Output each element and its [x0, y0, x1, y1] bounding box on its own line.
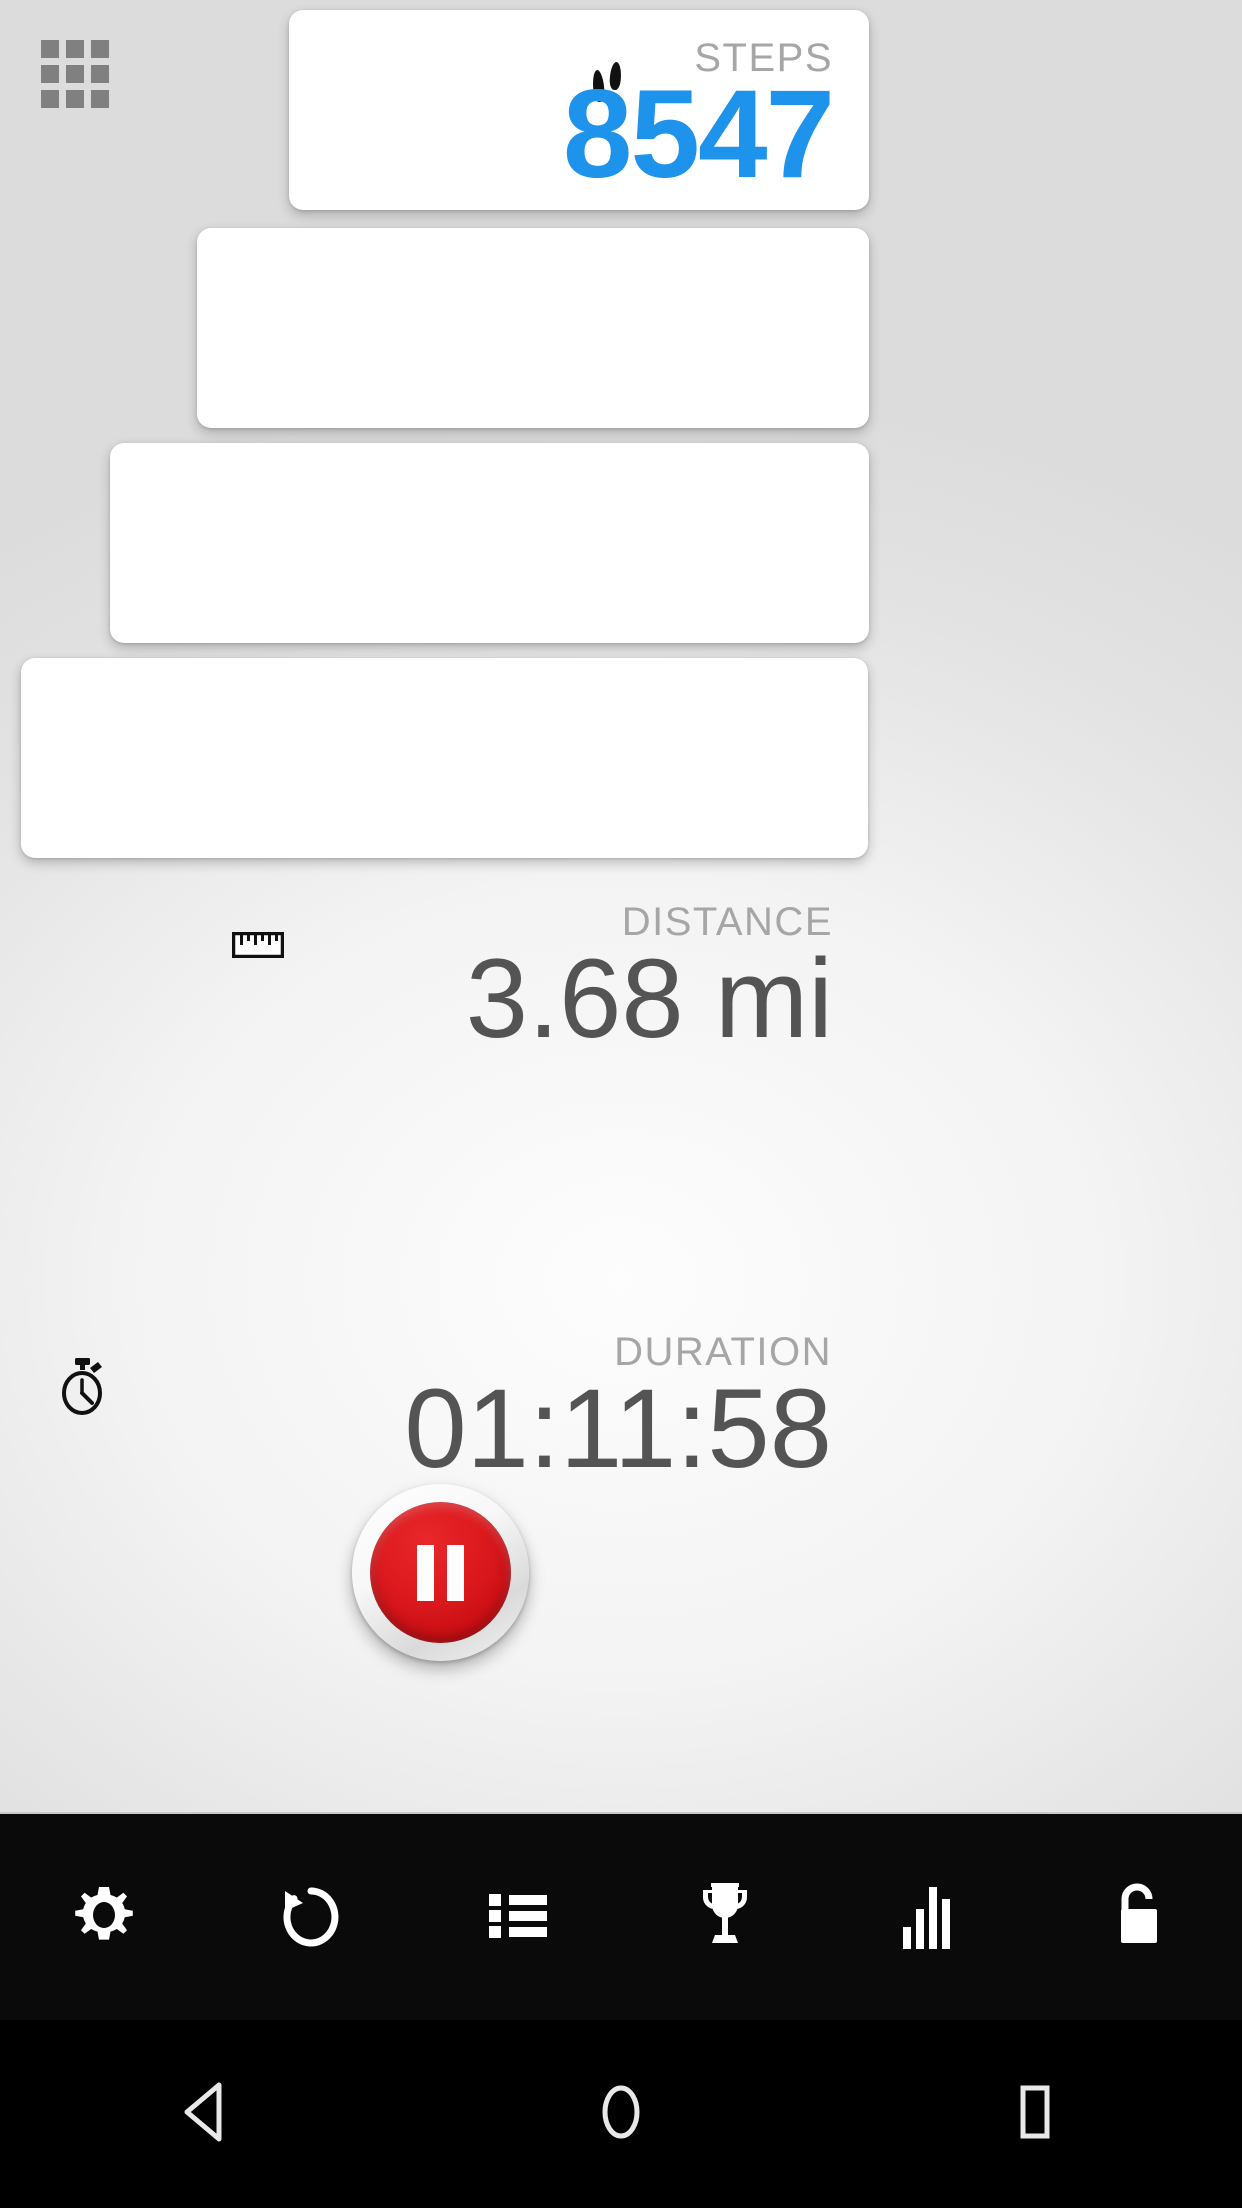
pause-bar-right — [447, 1544, 464, 1601]
grid-menu-icon[interactable] — [41, 40, 109, 108]
list-icon — [487, 1884, 549, 1951]
stat-value-distance: 3.68 mi — [465, 936, 833, 1061]
bottom-toolbar — [0, 1814, 1242, 2020]
nav-recents-button[interactable] — [828, 2081, 1242, 2148]
stat-card-distance[interactable]: DISTANCE 3.68 mi — [110, 443, 869, 1055]
grid-cell — [41, 40, 59, 58]
stopwatch-icon — [56, 1358, 108, 1421]
nav-back-button[interactable] — [0, 2081, 414, 2148]
stat-card-duration[interactable]: DURATION 01:11:58 — [21, 658, 868, 1485]
toolbar-item-reset[interactable] — [207, 1814, 414, 2020]
grid-cell — [66, 90, 84, 108]
grid-cell — [66, 65, 84, 83]
grid-cell — [66, 40, 84, 58]
stat-card-calories[interactable]: CALORIES 385 cal — [197, 228, 869, 626]
toolbar-item-statistics[interactable] — [828, 1814, 1035, 2020]
bar-chart-icon — [901, 1881, 963, 1954]
pause-button-face — [370, 1502, 511, 1643]
pause-bar-left — [417, 1544, 434, 1601]
grid-cell — [91, 40, 109, 58]
nav-home-button[interactable] — [414, 2081, 828, 2148]
toolbar-item-achievements[interactable] — [621, 1814, 828, 2020]
toolbar-item-settings[interactable] — [0, 1814, 207, 2020]
ruler-icon — [231, 931, 285, 963]
grid-cell — [91, 65, 109, 83]
toolbar-item-history[interactable] — [414, 1814, 621, 2020]
lock-icon — [1111, 1879, 1167, 1956]
back-triangle-icon — [177, 2081, 237, 2148]
gear-icon — [70, 1881, 138, 1954]
pause-button[interactable] — [352, 1484, 529, 1661]
trophy-icon — [693, 1879, 757, 1956]
stat-value-duration: 01:11:58 — [404, 1366, 832, 1491]
android-nav-bar — [0, 2020, 1242, 2208]
grid-cell — [41, 65, 59, 83]
home-circle-icon — [593, 2081, 649, 2148]
stat-card-steps[interactable]: STEPS 8547 — [289, 10, 869, 210]
recents-square-icon — [1007, 2081, 1063, 2148]
grid-cell — [91, 90, 109, 108]
stat-value-steps: 8547 — [562, 65, 835, 204]
reset-arrow-icon — [277, 1881, 345, 1954]
toolbar-item-lock[interactable] — [1035, 1814, 1242, 2020]
grid-cell — [41, 90, 59, 108]
